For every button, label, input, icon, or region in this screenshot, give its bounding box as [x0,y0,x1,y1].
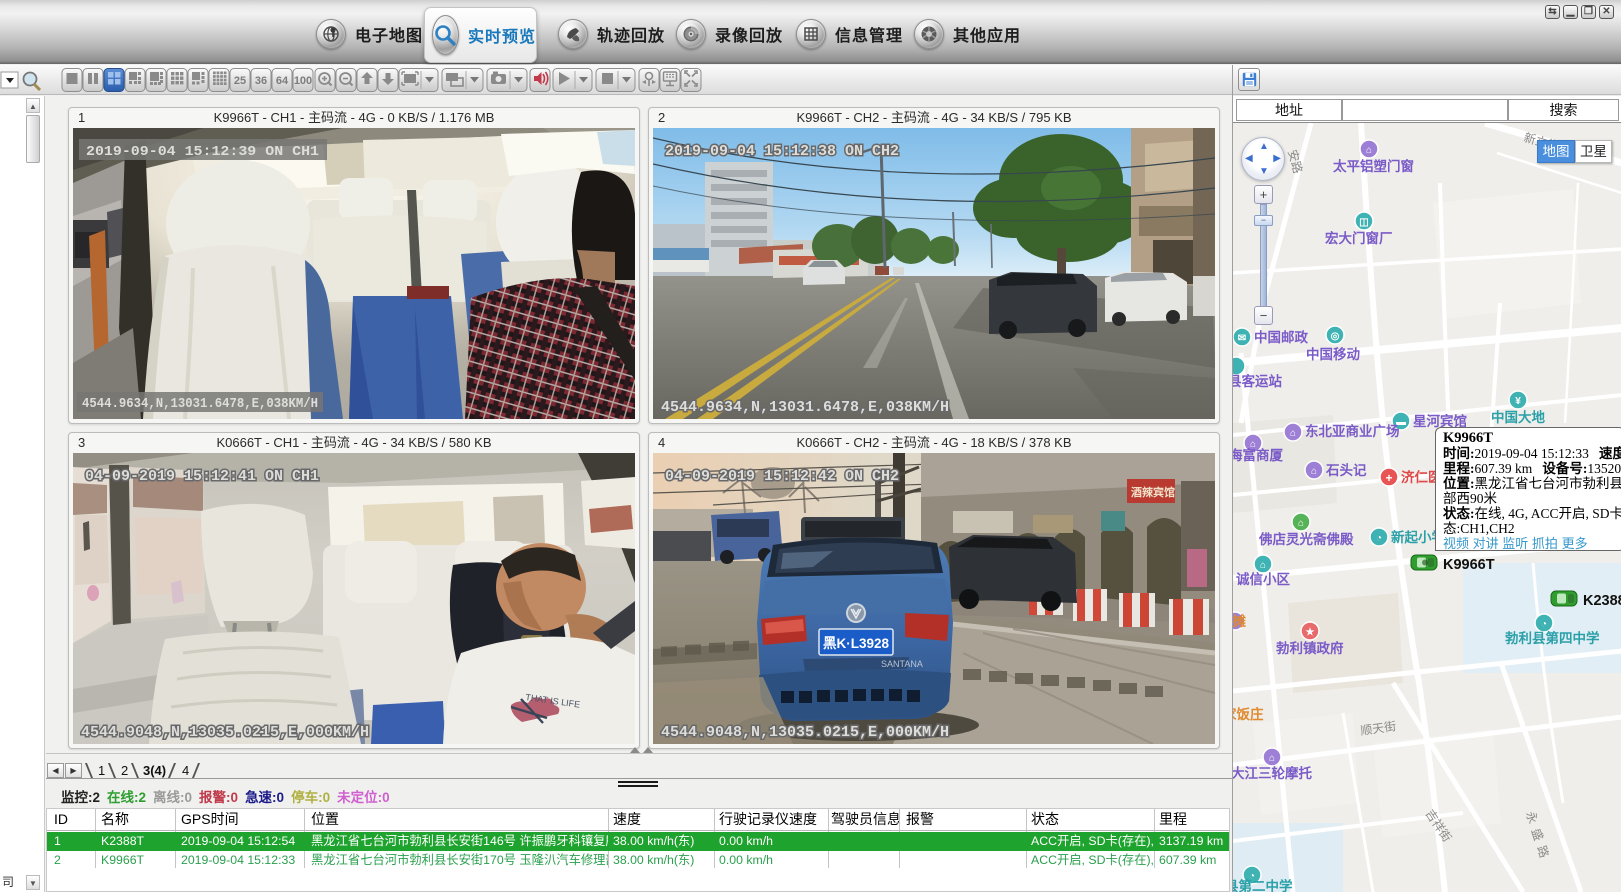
svg-text:佛店灵光斋佛殿: 佛店灵光斋佛殿 [1258,531,1354,547]
svg-text:县第二中学: 县第二中学 [1233,878,1293,892]
svg-text:⌂: ⌂ [1290,428,1296,439]
svg-text:石头记: 石头记 [1325,462,1367,478]
svg-text:大江三轮摩托: 大江三轮摩托 [1233,765,1312,781]
svg-text:⌂: ⌂ [1311,466,1317,477]
svg-text:宏大门窗厂: 宏大门窗厂 [1325,230,1393,246]
svg-text:县客运站: 县客运站 [1233,373,1282,389]
svg-text:⌂: ⌂ [1366,145,1372,156]
svg-text:04-09-2019 15:12:41 ON CH1: 04-09-2019 15:12:41 ON CH1 [85,468,319,485]
svg-text:2019-09-04 15:12:38 ON CH2: 2019-09-04 15:12:38 ON CH2 [665,143,899,160]
svg-text:2019-09-04 15:12:39 ON CH1: 2019-09-04 15:12:39 ON CH1 [86,144,319,160]
svg-text:K2388T: K2388T [1583,593,1621,609]
svg-text:4544.9048,N,13035.0215,E,000KM: 4544.9048,N,13035.0215,E,000KM/H [81,724,369,741]
svg-text:4544.9634,N,13031.6478,E,038KM: 4544.9634,N,13031.6478,E,038KM/H [82,396,318,412]
svg-text:海富商厦: 海富商厦 [1233,447,1283,463]
svg-text:¥: ¥ [1515,396,1521,407]
svg-text:家饭庄: 家饭庄 [1233,706,1264,722]
svg-text:诚信小区: 诚信小区 [1236,571,1290,587]
svg-text:太平铝塑门窗: 太平铝塑门窗 [1333,158,1414,174]
svg-text:◔: ◔ [1541,619,1547,630]
svg-text:⌂: ⌂ [1298,518,1304,529]
svg-text:地摊: 地摊 [1233,613,1247,629]
svg-text:36: 36 [255,75,267,87]
svg-text:◎: ◎ [1331,331,1340,342]
svg-text:04-09-2019 15:12:42 ON CH2: 04-09-2019 15:12:42 ON CH2 [665,468,899,485]
svg-text:SANTANA: SANTANA [881,659,923,669]
svg-text:酒辣宾馆: 酒辣宾馆 [1131,485,1175,499]
svg-text:勃利县第四中学: 勃利县第四中学 [1505,630,1600,646]
svg-text:64: 64 [276,75,289,87]
svg-text:K9966T: K9966T [1443,557,1495,573]
svg-text:◫: ◫ [1359,217,1368,228]
svg-text:⌂: ⌂ [1269,753,1275,764]
svg-text:4544.9048,N,13035.0215,E,000KM: 4544.9048,N,13035.0215,E,000KM/H [661,724,949,741]
svg-text:◔: ◔ [1376,533,1382,544]
svg-text:⌂: ⌂ [1260,560,1266,571]
svg-text:中国大地: 中国大地 [1491,409,1545,425]
svg-text:勃利镇政府: 勃利镇政府 [1276,640,1344,656]
svg-text:东北亚商业广场: 东北亚商业广场 [1305,423,1400,439]
svg-text:100: 100 [294,75,312,87]
svg-text:中国移动: 中国移动 [1306,346,1360,362]
svg-text:黑K·L3928: 黑K·L3928 [823,635,889,651]
svg-text:★: ★ [1306,627,1315,638]
svg-text:✉: ✉ [1238,333,1246,344]
svg-text:+: + [1385,471,1392,485]
svg-text:25: 25 [234,75,246,87]
svg-text:4544.9634,N,13031.6478,E,038KM: 4544.9634,N,13031.6478,E,038KM/H [661,399,949,416]
svg-text:中国邮政: 中国邮政 [1254,329,1308,345]
